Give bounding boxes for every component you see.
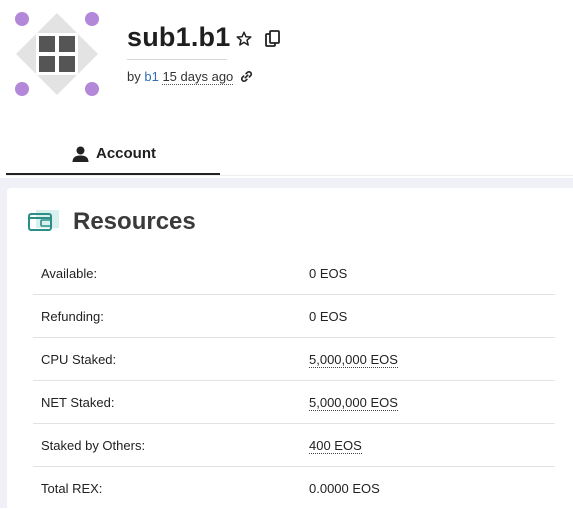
resource-value-tooltip[interactable]: 400 EOS (309, 438, 362, 454)
resource-value-tooltip[interactable]: 5,000,000 EOS (309, 395, 398, 411)
wallet-icon (28, 210, 59, 231)
resources-title: Resources (73, 208, 196, 235)
tabs-divider (6, 175, 573, 176)
resource-label: Staked by Others: (41, 438, 146, 453)
resource-value: 0 EOS (309, 309, 348, 324)
resources-table: Available: 0 EOS Refunding: 0 EOS CPU St… (33, 252, 555, 509)
resource-row-available: Available: 0 EOS (33, 252, 555, 295)
resource-row-refunding: Refunding: 0 EOS (33, 295, 555, 338)
copy-icon[interactable] (265, 30, 281, 48)
resource-row-cpu-staked: CPU Staked: 5,000,000 EOS (33, 338, 555, 381)
by-prefix: by (127, 69, 141, 84)
resource-label: Available: (41, 266, 98, 281)
title-divider (127, 59, 227, 60)
resource-label: NET Staked: (41, 395, 115, 410)
resource-label: CPU Staked: (41, 352, 117, 367)
tab-account-label: Account (96, 145, 156, 162)
resource-label: Total REX: (41, 481, 103, 496)
creator-link[interactable]: b1 (144, 69, 158, 84)
created-ago: 15 days ago (162, 69, 234, 85)
favorite-star-icon[interactable] (235, 30, 253, 48)
created-byline: by b1 15 days ago (127, 69, 253, 85)
resource-row-total-rex: Total REX: 0.0000 EOS (33, 467, 555, 509)
user-icon (72, 146, 89, 162)
account-name: sub1.b1 (127, 22, 231, 52)
account-avatar (15, 12, 99, 96)
resource-row-staked-by-others: Staked by Others: 400 EOS (33, 424, 555, 467)
tab-account[interactable]: Account (6, 140, 220, 175)
resource-value: 0 EOS (309, 266, 348, 281)
resource-row-net-staked: NET Staked: 5,000,000 EOS (33, 381, 555, 424)
tab-account-content: Account (72, 145, 156, 162)
resource-value: 0.0000 EOS (309, 481, 380, 496)
permalink-icon[interactable] (240, 70, 253, 83)
resource-label: Refunding: (41, 309, 104, 324)
resource-value-tooltip[interactable]: 5,000,000 EOS (309, 352, 398, 368)
